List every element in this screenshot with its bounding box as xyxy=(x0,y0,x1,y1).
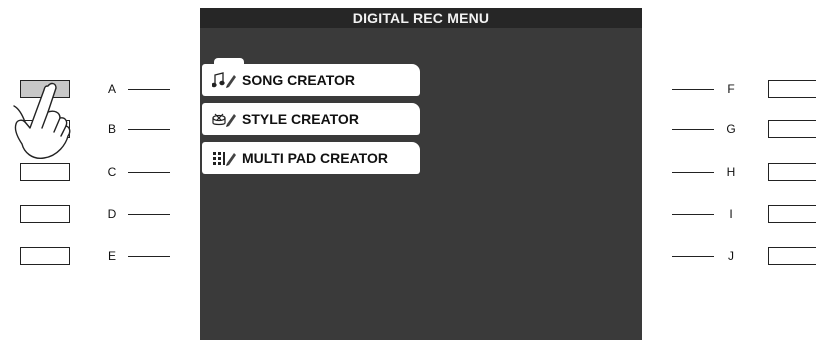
menu-item-style-creator[interactable]: STYLE CREATOR xyxy=(202,103,420,135)
screen-title: DIGITAL REC MENU xyxy=(200,8,642,28)
lcd-screen: DIGITAL REC MENU SONG CREATOR STYLE CREA… xyxy=(200,8,642,340)
pointing-hand-icon xyxy=(13,82,71,159)
right-label-f: F xyxy=(727,82,735,96)
left-lead-e xyxy=(128,256,170,258)
left-button-d[interactable] xyxy=(20,205,70,223)
right-label-h: H xyxy=(726,165,736,179)
note-pencil-icon xyxy=(212,71,238,89)
right-lead-j xyxy=(672,256,714,258)
menu-item-multi-pad-creator[interactable]: MULTI PAD CREATOR xyxy=(202,142,420,174)
left-label-a: A xyxy=(107,82,116,96)
right-lead-f xyxy=(672,89,714,91)
left-label-e: E xyxy=(107,249,116,263)
left-button-c[interactable] xyxy=(20,163,70,181)
tab-notch xyxy=(214,58,244,66)
right-label-j: J xyxy=(728,249,734,263)
right-label-i: I xyxy=(729,207,733,221)
right-label-g: G xyxy=(726,122,736,136)
right-lead-h xyxy=(672,172,714,174)
left-lead-b xyxy=(128,129,170,131)
right-button-g[interactable] xyxy=(768,120,816,138)
menu-item-label: MULTI PAD CREATOR xyxy=(242,150,388,166)
right-lead-g xyxy=(672,129,714,131)
right-button-f[interactable] xyxy=(768,80,816,98)
menu-item-label: SONG CREATOR xyxy=(242,72,356,88)
pads-pencil-icon xyxy=(212,149,238,167)
left-lead-a xyxy=(128,89,170,91)
left-lead-d xyxy=(128,214,170,216)
left-label-c: C xyxy=(107,165,117,179)
left-label-d: D xyxy=(107,207,117,221)
drum-pencil-icon xyxy=(212,110,238,128)
menu-item-song-creator[interactable]: SONG CREATOR xyxy=(202,58,420,96)
menu-item-label: STYLE CREATOR xyxy=(242,111,359,127)
right-lead-i xyxy=(672,214,714,216)
right-button-i[interactable] xyxy=(768,205,816,223)
left-label-b: B xyxy=(107,122,116,136)
left-lead-c xyxy=(128,172,170,174)
right-button-h[interactable] xyxy=(768,163,816,181)
right-button-j[interactable] xyxy=(768,247,816,265)
left-button-e[interactable] xyxy=(20,247,70,265)
